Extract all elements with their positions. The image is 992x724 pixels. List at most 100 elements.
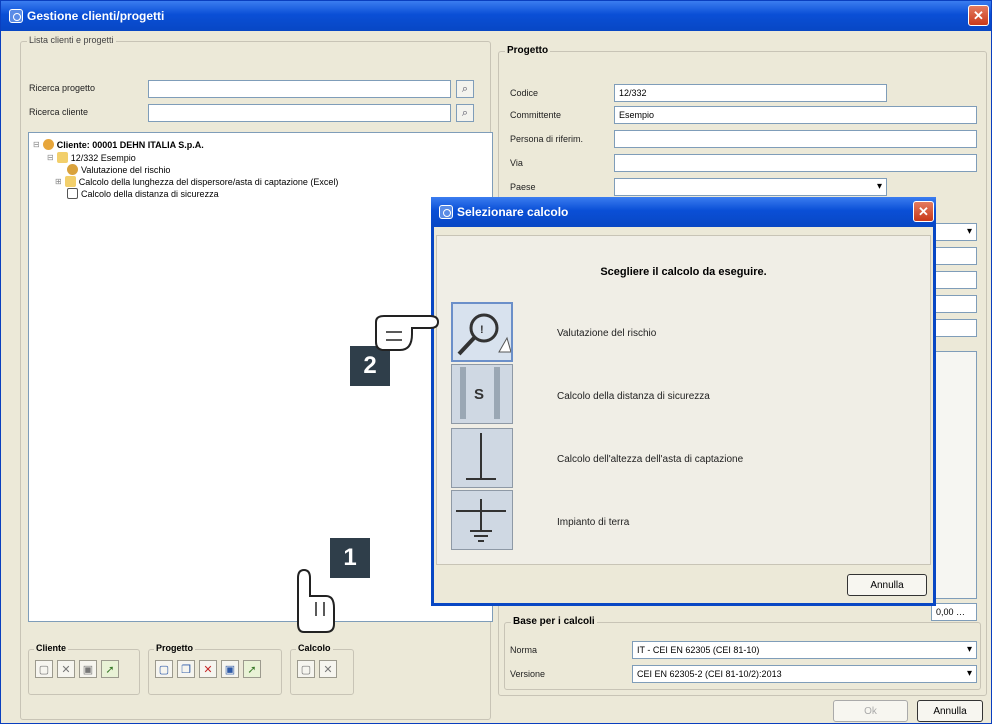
air-termination-rod-icon — [466, 433, 496, 480]
field-label: Paese — [510, 182, 536, 192]
client-project-list-label: Lista clienti e progetti — [27, 35, 116, 45]
export-project-button[interactable]: ➚ — [243, 660, 261, 678]
pointing-hand-icon — [297, 568, 335, 633]
field-label: Committente — [510, 110, 562, 120]
collapse-icon: ⊟ — [33, 140, 40, 149]
dialog-cancel-button[interactable]: Annulla — [847, 574, 927, 596]
search-project-input[interactable] — [148, 80, 451, 98]
title-bar: Gestione clienti/progetti ✕ — [1, 1, 991, 31]
ellipsis-icon: … — [956, 607, 966, 617]
new-doc-icon: ▢ — [300, 663, 312, 676]
new-client-button[interactable]: ▢ — [35, 660, 53, 678]
country-select[interactable] — [614, 178, 887, 196]
norm-select[interactable]: IT - CEI EN 62305 (CEI 81-10) — [632, 641, 977, 659]
ok-button[interactable]: Ok — [833, 700, 908, 722]
delete-icon: ✕ — [323, 663, 333, 676]
search-client-input[interactable] — [148, 104, 451, 122]
select-calculation-dialog: Selezionare calcolo ✕ Scegliere il calco… — [431, 197, 936, 606]
tree-node-client[interactable]: ⊟ Cliente: 00001 DEHN ITALIA S.p.A. — [33, 139, 204, 150]
street-input[interactable] — [614, 154, 977, 172]
tree-node-item[interactable]: ⊞ Calcolo della lunghezza del dispersore… — [55, 176, 338, 187]
window-title: Gestione clienti/progetti — [27, 9, 165, 23]
person-icon — [42, 139, 54, 150]
hidden-field[interactable] — [931, 295, 977, 313]
new-project-button[interactable]: ▢ — [155, 660, 173, 678]
save-client-button[interactable]: ▣ — [79, 660, 97, 678]
cancel-button[interactable]: Annulla — [917, 700, 983, 722]
option-label: Valutazione del rischio — [557, 328, 657, 339]
field-label: Persona di riferim. — [510, 134, 584, 144]
export-client-button[interactable]: ➚ — [101, 660, 119, 678]
cost-input[interactable]: 0,00 … — [931, 603, 977, 621]
save-project-button[interactable]: ▣ — [221, 660, 239, 678]
toolbar-progetto-label: Progetto — [154, 643, 195, 653]
code-input[interactable]: 12/332 — [614, 84, 887, 102]
calculation-base-label: Base per i calcoli — [511, 616, 597, 627]
new-doc-icon: ▢ — [38, 663, 50, 676]
project-label: 12/332 Esempio — [70, 152, 136, 163]
excel-folder-icon — [64, 176, 76, 187]
copy-icon: ❐ — [181, 663, 191, 676]
delete-calculation-button[interactable]: ✕ — [319, 660, 337, 678]
dialog-heading: Scegliere il calcolo da eseguire. — [600, 266, 767, 278]
new-doc-icon: ▢ — [158, 663, 170, 676]
hidden-select[interactable] — [931, 223, 977, 241]
dialog-title-bar: Selezionare calcolo ✕ — [431, 197, 936, 227]
tree-node-project[interactable]: ⊟ 12/332 Esempio — [47, 152, 136, 163]
toolbar-calcolo-label: Calcolo — [296, 643, 333, 653]
tree-item-label: Calcolo della lunghezza del dispersore/a… — [78, 176, 339, 187]
search-project-button[interactable]: ⌕ — [456, 80, 474, 98]
tree-item-label: Calcolo della distanza di sicurezza — [81, 188, 219, 199]
version-select[interactable]: CEI EN 62305-2 (CEI 81-10/2):2013 — [632, 665, 977, 683]
tree-node-item[interactable]: Valutazione del rischio — [67, 164, 170, 175]
close-button[interactable]: ✕ — [968, 5, 989, 26]
option-label: Impianto di terra — [557, 517, 630, 528]
notes-textarea[interactable] — [931, 351, 977, 599]
contact-person-input[interactable] — [614, 130, 977, 148]
pointing-hand-icon — [375, 315, 440, 351]
search-client-button[interactable]: ⌕ — [456, 104, 474, 122]
delete-project-button[interactable]: ✕ — [199, 660, 217, 678]
field-label: Via — [510, 158, 523, 168]
hidden-field[interactable] — [931, 247, 977, 265]
new-calculation-button[interactable]: ▢ — [297, 660, 315, 678]
toolbar-group-progetto: Progetto ▢ ❐ ✕ ▣ ➚ — [148, 643, 282, 695]
search-icon: ⌕ — [461, 106, 469, 119]
risk-icon — [67, 164, 78, 175]
separation-distance-icon: S — [460, 367, 500, 419]
app-icon — [439, 205, 453, 219]
option-label: Calcolo dell'altezza dell'asta di captaz… — [557, 454, 744, 465]
air-termination-option[interactable] — [451, 428, 513, 488]
client-project-tree[interactable]: ⊟ Cliente: 00001 DEHN ITALIA S.p.A. ⊟ 12… — [28, 132, 493, 622]
risk-assessment-option[interactable]: ! — [451, 302, 513, 362]
tree-node-item[interactable]: Calcolo della distanza di sicurezza — [67, 188, 219, 199]
earthing-system-option[interactable] — [451, 490, 513, 550]
export-icon: ➚ — [105, 663, 115, 676]
client-name-input[interactable]: Esempio — [614, 106, 977, 124]
collapse-icon: ⊟ — [47, 153, 54, 162]
distance-icon — [67, 188, 78, 199]
copy-project-button[interactable]: ❐ — [177, 660, 195, 678]
dialog-title: Selezionare calcolo — [457, 205, 569, 219]
separation-distance-option[interactable]: S — [451, 364, 513, 424]
search-project-label: Ricerca progetto — [29, 83, 96, 93]
norm-label: Norma — [510, 645, 538, 655]
delete-client-button[interactable]: ✕ — [57, 660, 75, 678]
delete-icon: ✕ — [203, 663, 213, 676]
distance-glyph: S — [474, 386, 484, 403]
client-label: Cliente: 00001 DEHN ITALIA S.p.A. — [56, 139, 204, 150]
export-icon: ➚ — [247, 663, 257, 676]
project-group-label: Progetto — [505, 45, 551, 56]
version-label: Versione — [510, 669, 546, 679]
dialog-close-button[interactable]: ✕ — [913, 201, 934, 222]
toolbar-cliente-label: Cliente — [34, 643, 69, 653]
search-client-label: Ricerca cliente — [29, 107, 89, 117]
search-icon: ⌕ — [461, 82, 469, 95]
delete-icon: ✕ — [61, 663, 71, 676]
save-icon: ▣ — [82, 663, 94, 676]
magnifier-warning-icon: ! — [457, 313, 512, 356]
app-icon — [9, 9, 23, 23]
hidden-field[interactable] — [931, 271, 977, 289]
tree-item-label: Valutazione del rischio — [81, 164, 171, 175]
hidden-field[interactable] — [931, 319, 977, 337]
